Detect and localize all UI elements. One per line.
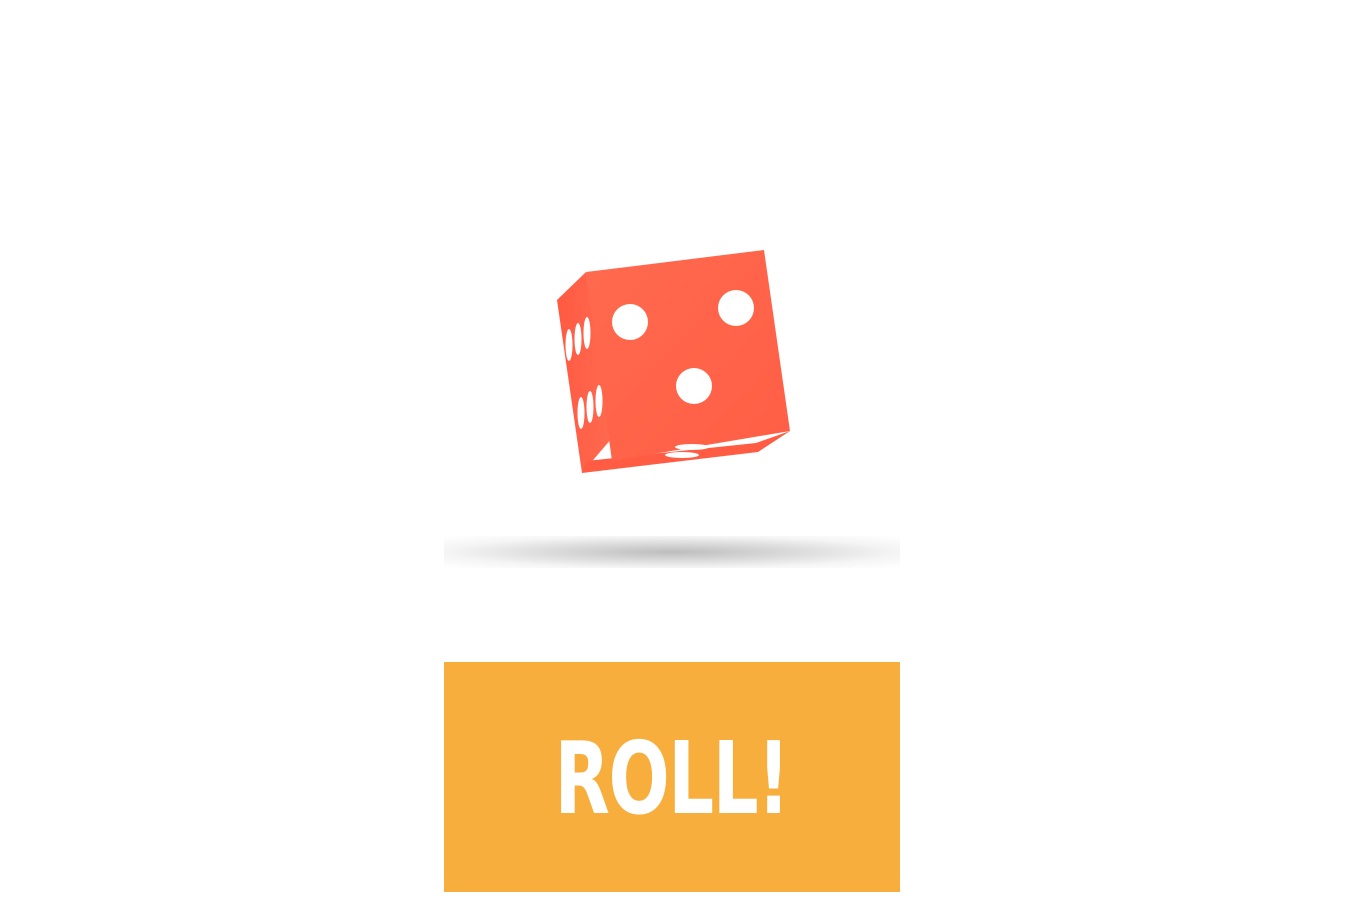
die-pip bbox=[595, 385, 603, 417]
die-front-face bbox=[586, 250, 790, 461]
die-pip bbox=[583, 317, 591, 349]
die-pip bbox=[718, 290, 754, 326]
die[interactable] bbox=[540, 235, 810, 495]
die-pip bbox=[675, 444, 709, 450]
game-stage: ROLL! bbox=[0, 0, 1350, 900]
die-pip bbox=[565, 329, 573, 361]
die-pip bbox=[665, 452, 699, 458]
die-shadow bbox=[444, 536, 900, 568]
die-graphic bbox=[557, 250, 790, 473]
die-pip bbox=[612, 304, 648, 340]
roll-button[interactable]: ROLL! bbox=[444, 662, 900, 892]
die-pip bbox=[577, 397, 585, 429]
die-pip bbox=[676, 368, 712, 404]
roll-button-label: ROLL! bbox=[554, 720, 790, 837]
die-pip bbox=[574, 323, 582, 355]
die-pip bbox=[586, 391, 594, 423]
